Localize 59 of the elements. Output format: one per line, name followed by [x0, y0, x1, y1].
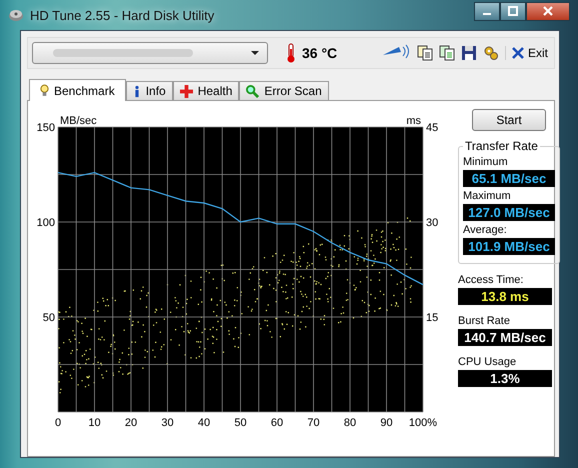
- x-tick-label: 50: [234, 417, 247, 429]
- light-bulb-icon: [40, 84, 49, 97]
- thermometer-icon: [286, 43, 296, 63]
- y-tick-label: 100: [36, 217, 55, 229]
- x-tick-label: 70: [307, 417, 320, 429]
- stat-label: Access Time:: [458, 274, 524, 286]
- y-tick-label: 50: [42, 312, 55, 324]
- stat-value: 13.8 ms: [458, 288, 552, 305]
- app-icon: [8, 7, 24, 23]
- tab[interactable]: Info: [126, 81, 173, 100]
- temperature-reading: 36 °C: [302, 45, 338, 61]
- x-tick-label: 60: [270, 417, 284, 429]
- y-tick-label: 150: [36, 122, 55, 134]
- stat-value: 1.3%: [458, 370, 552, 387]
- info-icon: [132, 84, 141, 98]
- right-axis-label: ms: [406, 115, 421, 127]
- tab[interactable]: Error Scan: [239, 81, 329, 100]
- right-tick-label: 45: [426, 122, 438, 134]
- minimize-icon: [483, 13, 491, 15]
- readout-value: 101.9 MB/sec: [463, 238, 555, 255]
- right-tick-label: 15: [426, 312, 438, 324]
- close-button[interactable]: [526, 2, 570, 20]
- drive-dropdown[interactable]: [32, 42, 268, 64]
- readout-label: Maximum: [463, 190, 512, 202]
- close-icon: [512, 47, 524, 59]
- cross-icon: [180, 84, 193, 98]
- stat-label: Burst Rate: [458, 315, 511, 327]
- copy-all-icon[interactable]: [438, 45, 455, 61]
- stat-label: CPU Usage: [458, 356, 518, 368]
- readout-value: 127.0 MB/sec: [463, 204, 555, 221]
- x-tick-label: 10: [88, 417, 101, 429]
- group-title: Transfer Rate: [464, 139, 539, 153]
- caret-icon: [251, 51, 259, 55]
- readout-value: 65.1 MB/sec: [463, 170, 555, 187]
- x-tick-label: 0: [54, 417, 62, 429]
- x-tick-label: 40: [198, 417, 210, 429]
- start-button[interactable]: Start: [472, 109, 546, 131]
- tab[interactable]: Health: [172, 81, 240, 100]
- search-icon: [246, 84, 260, 98]
- y-axis-label: MB/sec: [60, 115, 97, 127]
- x-tick-label: 90: [380, 417, 393, 429]
- window-title: HD Tune 2.55 - Hard Disk Utility: [30, 8, 214, 22]
- options-icon[interactable]: [482, 45, 499, 61]
- copy-icon[interactable]: [416, 45, 433, 61]
- tab[interactable]: Benchmark: [29, 79, 126, 101]
- minimize-button[interactable]: [474, 2, 500, 20]
- x-tick-label: 100%: [408, 417, 438, 429]
- save-icon[interactable]: [460, 45, 477, 61]
- readout-label: Average:: [463, 224, 508, 236]
- close-icon: [543, 6, 553, 16]
- exit-button[interactable]: Exit: [504, 46, 550, 60]
- x-tick-label: 30: [161, 417, 174, 429]
- maximize-button[interactable]: [500, 2, 526, 20]
- readout-label: Minimum: [463, 156, 509, 168]
- x-tick-label: 80: [344, 417, 356, 429]
- maximize-icon: [508, 6, 518, 16]
- stat-value: 140.7 MB/sec: [458, 329, 552, 346]
- right-tick-label: 30: [426, 217, 438, 229]
- x-tick-label: 20: [124, 417, 138, 429]
